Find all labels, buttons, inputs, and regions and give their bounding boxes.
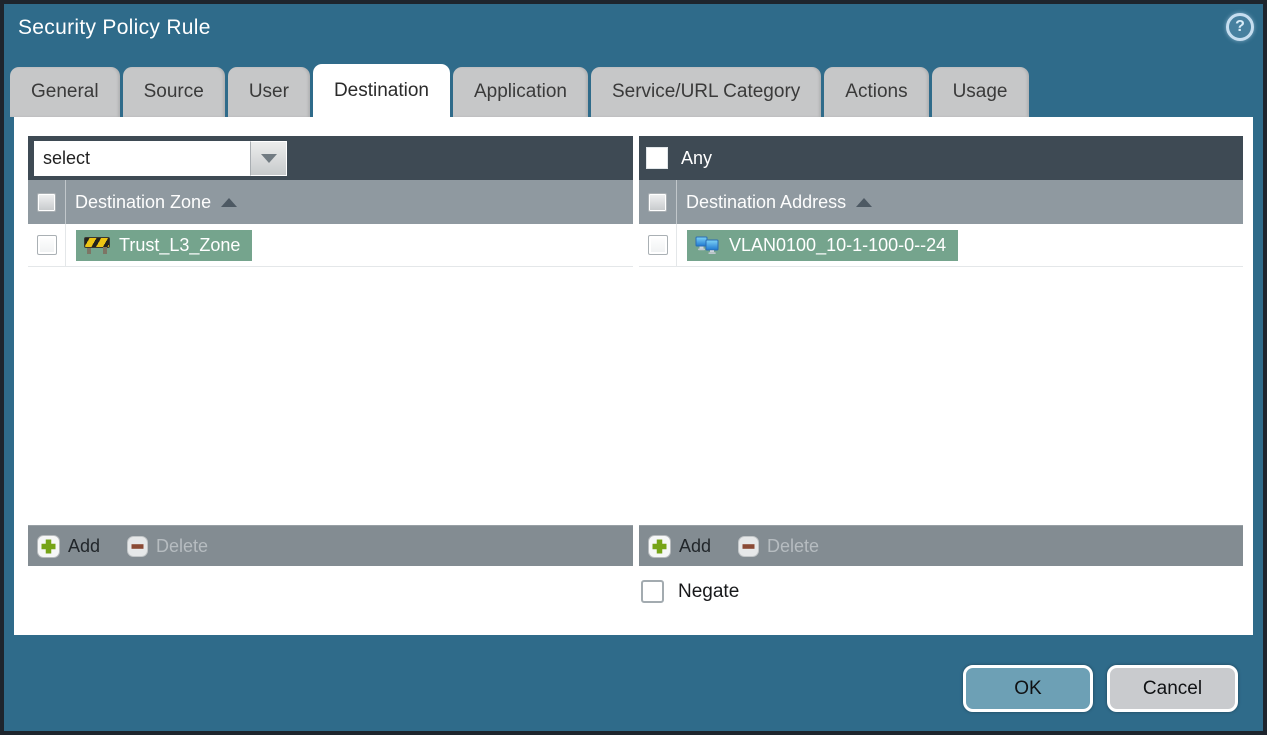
zone-row-checkbox-cell: [28, 224, 66, 266]
cancel-button[interactable]: Cancel: [1107, 665, 1238, 712]
address-add-label: Add: [679, 535, 712, 556]
any-label: Any: [681, 147, 713, 168]
add-plus-icon: [648, 534, 671, 558]
ok-button[interactable]: OK: [963, 665, 1093, 712]
zone-list: Trust_L3_Zone: [28, 224, 633, 525]
zone-select-all-cell: [28, 180, 66, 224]
sort-ascending-icon: [221, 197, 238, 207]
chevron-down-icon: [260, 153, 277, 163]
table-row[interactable]: Trust_L3_Zone: [28, 224, 633, 267]
address-row-checkbox[interactable]: [647, 235, 668, 255]
tab-actions[interactable]: Actions: [824, 67, 929, 117]
tab-service-url-category[interactable]: Service/URL Category: [590, 67, 822, 117]
delete-minus-icon: [738, 535, 760, 557]
zone-type-combo: [34, 140, 287, 176]
dialog-title: Security Policy Rule: [18, 16, 211, 39]
zone-add-button[interactable]: Add: [37, 534, 101, 558]
zone-chip[interactable]: Trust_L3_Zone: [76, 229, 253, 261]
zone-delete-button[interactable]: Delete: [127, 535, 209, 557]
address-select-all-checkbox[interactable]: [648, 192, 667, 212]
address-add-button[interactable]: Add: [648, 534, 712, 558]
address-list: VLAN0100_10-1-100-0--24: [639, 224, 1243, 525]
zone-type-dropdown-button[interactable]: [250, 140, 287, 176]
address-chip-label: VLAN0100_10-1-100-0--24: [729, 234, 947, 255]
zone-column-label: Destination Zone: [75, 191, 212, 212]
zone-panel-toolbar: Add Delete: [28, 525, 633, 566]
address-column-label: Destination Address: [686, 191, 847, 212]
zone-select-all-checkbox[interactable]: [37, 192, 56, 212]
sort-ascending-icon: [856, 197, 873, 207]
negate-label: Negate: [678, 580, 740, 602]
address-delete-label: Delete: [767, 535, 820, 556]
zone-chip-label: Trust_L3_Zone: [119, 234, 241, 255]
destination-zone-panel: Destination Zone Trust_L3_Zone: [28, 136, 633, 566]
tab-application[interactable]: Application: [453, 67, 588, 117]
address-row-checkbox-cell: [639, 224, 677, 266]
tab-usage[interactable]: Usage: [931, 67, 1029, 117]
address-panel-header: Any: [639, 136, 1243, 180]
tab-content-destination: Destination Zone Trust_L3_Zone: [14, 117, 1253, 635]
zone-add-label: Add: [68, 535, 101, 556]
zone-type-select-input[interactable]: [34, 140, 250, 176]
zone-delete-label: Delete: [156, 535, 209, 556]
tab-bar: General Source User Destination Applicat…: [10, 64, 1032, 117]
delete-minus-icon: [127, 535, 149, 557]
tab-destination[interactable]: Destination: [312, 64, 450, 117]
negate-control: Negate: [641, 580, 739, 603]
address-chip[interactable]: VLAN0100_10-1-100-0--24: [687, 229, 959, 261]
network-computers-icon: [695, 236, 719, 254]
add-plus-icon: [37, 534, 60, 558]
zone-panel-header: [28, 136, 633, 180]
tab-user[interactable]: User: [227, 67, 310, 117]
address-delete-button[interactable]: Delete: [738, 535, 820, 557]
zone-column-header[interactable]: Destination Zone: [28, 180, 633, 224]
help-icon[interactable]: ?: [1226, 13, 1254, 41]
table-row[interactable]: VLAN0100_10-1-100-0--24: [639, 224, 1243, 267]
zone-row-checkbox[interactable]: [36, 235, 57, 255]
address-panel-toolbar: Add Delete: [639, 525, 1243, 566]
negate-checkbox[interactable]: [641, 580, 664, 603]
zone-barrier-icon: [84, 236, 110, 254]
tab-source[interactable]: Source: [122, 67, 225, 117]
any-checkbox[interactable]: [646, 147, 668, 169]
destination-address-panel: Any Destination Address VLAN0100_10-1-10…: [639, 136, 1243, 566]
tab-general[interactable]: General: [10, 67, 120, 117]
address-select-all-cell: [639, 180, 677, 224]
address-column-header[interactable]: Destination Address: [639, 180, 1243, 224]
